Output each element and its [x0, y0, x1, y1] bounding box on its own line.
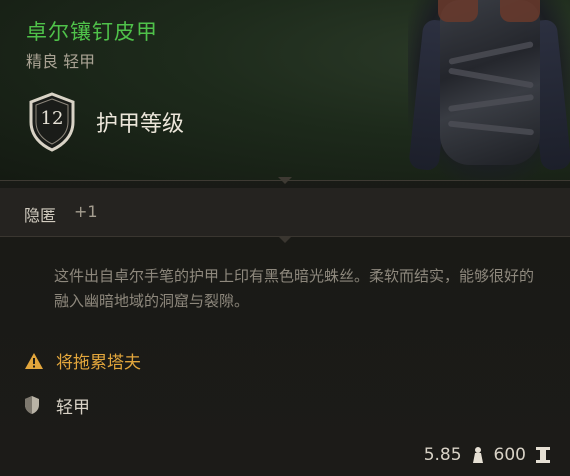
item-tooltip: 卓尔镶钉皮甲 精良 轻甲 12 护甲等级 隐匿 +1 这件出自卓尔手笔的护甲上印… — [0, 0, 570, 476]
item-rarity-type: 精良 轻甲 — [26, 52, 96, 71]
stealth-row: 隐匿 +1 — [0, 188, 570, 237]
item-portrait — [408, 0, 570, 180]
warning-icon — [25, 353, 43, 369]
light-armor-icon — [25, 396, 39, 414]
divider-notch — [278, 177, 292, 184]
stealth-label: 隐匿 — [24, 206, 57, 225]
item-price: 600 — [493, 445, 526, 465]
item-weight: 5.85 — [423, 445, 462, 465]
weight-icon — [472, 447, 483, 463]
stealth-value: +1 — [74, 202, 98, 221]
divider-notch — [278, 236, 292, 243]
portrait-shoulder-right — [500, 0, 540, 22]
property-text: 轻甲 — [56, 398, 90, 418]
item-footer: 5.85 600 — [424, 443, 552, 467]
item-name: 卓尔镶钉皮甲 — [26, 20, 158, 44]
property-text: 将拖累塔夫 — [56, 353, 141, 373]
armor-class-value: 12 — [40, 108, 64, 129]
gold-icon — [536, 447, 550, 463]
portrait-shoulder-left — [438, 0, 478, 22]
item-description: 这件出自卓尔手笔的护甲上印有黑色暗光蛛丝。柔软而结实，能够很好的融入幽暗地域的洞… — [54, 267, 535, 310]
tooltip-header: 卓尔镶钉皮甲 精良 轻甲 12 护甲等级 — [0, 0, 570, 181]
armor-class-label: 护甲等级 — [96, 112, 185, 137]
